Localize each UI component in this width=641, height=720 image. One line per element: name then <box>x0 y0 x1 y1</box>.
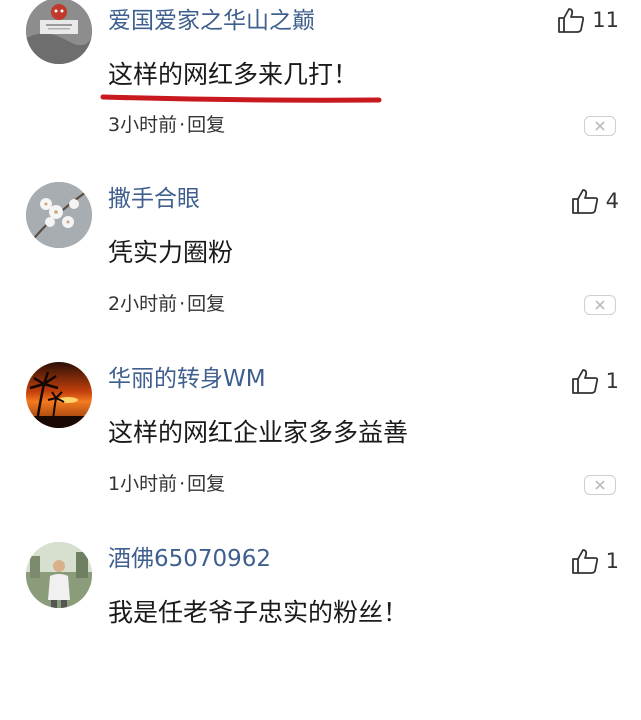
username[interactable]: 华丽的转身WM <box>108 364 266 394</box>
comment-meta: 1小时前 · 回复 <box>108 471 225 497</box>
comment-meta: 2小时前 · 回复 <box>108 291 225 317</box>
separator: · <box>179 293 186 315</box>
like-button[interactable]: 11 <box>556 4 619 36</box>
close-icon <box>595 300 605 310</box>
close-icon <box>595 480 605 490</box>
flower-blossom-avatar-icon <box>26 182 92 248</box>
dismiss-button[interactable] <box>584 295 616 315</box>
like-button[interactable]: 4 <box>570 185 619 217</box>
red-underline-annotation <box>100 94 382 103</box>
like-count: 1 <box>605 549 619 573</box>
comment-text: 我是任老爷子忠实的粉丝！ <box>108 598 409 627</box>
avatar[interactable] <box>26 542 92 608</box>
separator: · <box>179 473 186 495</box>
comment-text: 这样的网红多来几打！ <box>108 60 359 89</box>
comment-item: 撒手合眼 凭实力圈粉 2小时前 · 回复 4 <box>0 180 641 360</box>
comment-time: 2小时前 <box>108 293 178 315</box>
like-count: 11 <box>592 8 619 32</box>
like-button[interactable]: 1 <box>570 365 619 397</box>
close-icon <box>595 121 605 131</box>
comment-text: 这样的网红企业家多多益善 <box>108 418 409 447</box>
comment-text: 凭实力圈粉 <box>108 238 234 267</box>
like-count: 4 <box>605 189 619 213</box>
avatar[interactable] <box>26 182 92 248</box>
username[interactable]: 酒佛65070962 <box>108 544 271 574</box>
thumbs-up-icon <box>571 189 598 214</box>
reply-link[interactable]: 回复 <box>187 293 225 315</box>
comment-item: 酒佛65070962 我是任老爷子忠实的粉丝！ 1 <box>0 540 641 720</box>
sunset-palm-avatar-icon <box>26 362 92 428</box>
reply-link[interactable]: 回复 <box>187 114 225 136</box>
comment-time: 3小时前 <box>108 114 178 136</box>
username[interactable]: 撒手合眼 <box>108 184 200 214</box>
comment-item: 华丽的转身WM 这样的网红企业家多多益善 1小时前 · 回复 1 <box>0 360 641 540</box>
like-button[interactable]: 1 <box>570 545 619 577</box>
thumbs-up-icon <box>571 369 598 394</box>
avatar[interactable] <box>26 0 92 64</box>
comment-meta: 3小时前 · 回复 <box>108 112 225 138</box>
dismiss-button[interactable] <box>584 475 616 495</box>
like-count: 1 <box>605 369 619 393</box>
red-panda-avatar-icon <box>26 0 92 64</box>
avatar[interactable] <box>26 362 92 428</box>
username[interactable]: 爱国爱家之华山之巅 <box>108 6 315 36</box>
comment-item: 爱国爱家之华山之巅 这样的网红多来几打！ 3小时前 · 回复 11 <box>0 0 641 180</box>
person-photo-avatar-icon <box>26 542 92 608</box>
thumbs-up-icon <box>558 8 585 33</box>
thumbs-up-icon <box>571 549 598 574</box>
reply-link[interactable]: 回复 <box>187 473 225 495</box>
separator: · <box>179 114 186 136</box>
dismiss-button[interactable] <box>584 116 616 136</box>
comment-time: 1小时前 <box>108 473 178 495</box>
